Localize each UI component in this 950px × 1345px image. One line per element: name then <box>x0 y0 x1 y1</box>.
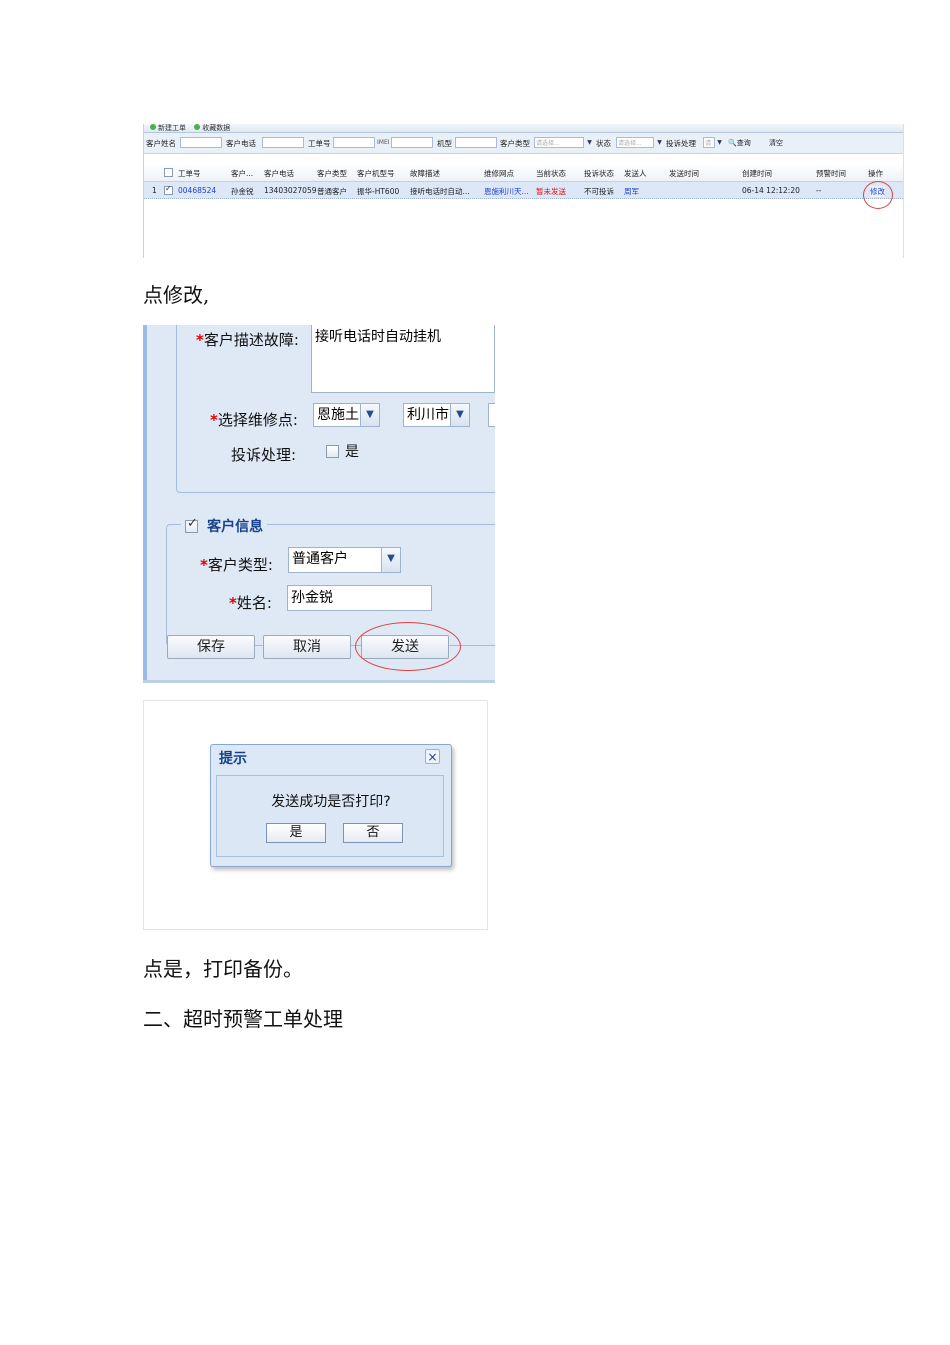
order-no-label: 工单号 <box>308 139 331 148</box>
search-icon: 🔍 <box>728 139 737 147</box>
create-time-cell: 06-14 12:12:20 <box>742 186 800 195</box>
chevron-down-icon[interactable]: ▼ <box>381 547 401 573</box>
type-cell: 普通客户 <box>317 187 347 196</box>
model-label: 机型 <box>437 139 452 148</box>
col-create-time[interactable]: 创建时间 <box>742 168 772 179</box>
no-button[interactable]: 否 <box>343 823 403 843</box>
customer-type-label: 客户类型 <box>500 139 530 148</box>
dialog-body: 发送成功是否打印? 是 否 <box>216 775 444 857</box>
caption-click-yes: 点是，打印备份。 <box>143 957 303 981</box>
save-button[interactable]: 保存 <box>167 635 255 659</box>
row-checkbox[interactable] <box>164 184 173 195</box>
fault-label: *客户描述故障: <box>196 331 299 349</box>
dialog-message: 发送成功是否打印? <box>271 794 391 810</box>
site-city-select[interactable]: 恩施土 <box>313 403 361 427</box>
col-site[interactable]: 维修网点 <box>484 168 514 179</box>
caption-click-edit: 点修改, <box>143 283 210 307</box>
chevron-down-icon[interactable]: ▼ <box>715 137 724 148</box>
order-no-input[interactable] <box>333 137 375 148</box>
customer-section-legend[interactable]: ✓ 客户信息 <box>181 516 268 536</box>
imei-label: IMEI <box>377 139 390 146</box>
favorite-icon <box>194 124 201 130</box>
complaint-select[interactable]: 请 <box>703 137 715 148</box>
name-label: *姓名: <box>229 594 272 612</box>
complaint-label: 投诉处理: <box>231 446 297 464</box>
name-input[interactable]: 孙金锐 <box>287 585 432 611</box>
cancel-button[interactable]: 取消 <box>263 635 351 659</box>
prompt-dialog: 提示 × 发送成功是否打印? 是 否 <box>210 744 452 867</box>
favorite-button[interactable]: 收藏数据 <box>194 124 230 132</box>
imei-input[interactable] <box>391 137 433 148</box>
col-status[interactable]: 当前状态 <box>536 168 566 179</box>
sender-cell[interactable]: 周军 <box>624 186 639 197</box>
chevron-down-icon[interactable]: ▼ <box>360 403 380 427</box>
customer-name-label: 客户姓名 <box>146 139 176 148</box>
edit-form-screenshot: *客户描述故障: 接听电话时自动挂机 *选择维修点: 恩施土 ▼ 利川市 ▼ 投… <box>143 325 495 683</box>
phone-cell: 13403027059 <box>264 186 317 195</box>
row-index: 1 <box>152 186 157 195</box>
customer-name-input[interactable] <box>180 137 222 148</box>
status-label: 状态 <box>596 139 611 148</box>
status-select[interactable]: 请选择... <box>616 137 654 148</box>
col-order-no[interactable]: 工单号 <box>178 168 201 179</box>
filter-bar: 客户姓名 客户电话 工单号 IMEI 机型 客户类型 请选择... ▼ 状态 请… <box>144 133 903 154</box>
grid-header: 工单号 客户... 客户电话 客户类型 客户机型号 故障描述 维修网点 当前状态… <box>144 164 903 182</box>
grid-toolbar: 新建工单 收藏数据 <box>144 124 903 133</box>
customer-section-checkbox[interactable]: ✓ <box>185 516 198 533</box>
col-action: 操作 <box>868 169 883 178</box>
model-input[interactable] <box>455 137 497 148</box>
search-button[interactable]: 🔍查询 <box>728 138 751 148</box>
customer-type-select[interactable]: 普通客户 <box>288 547 382 573</box>
status-cell: 暂未发送 <box>536 187 566 196</box>
col-phone[interactable]: 客户电话 <box>264 168 294 179</box>
chevron-down-icon[interactable]: ▼ <box>585 137 594 148</box>
clear-button[interactable]: 清空 <box>769 138 783 148</box>
site-district-select[interactable] <box>488 403 495 427</box>
site-cell[interactable]: 恩施利川天... <box>484 186 529 197</box>
customer-phone-input[interactable] <box>262 137 304 148</box>
print-dialog-screenshot: 提示 × 发送成功是否打印? 是 否 <box>143 700 488 930</box>
customer-cell: 孙金锐 <box>231 187 254 196</box>
yes-button[interactable]: 是 <box>266 823 326 843</box>
chevron-down-icon[interactable]: ▼ <box>450 403 470 427</box>
col-type[interactable]: 客户类型 <box>317 168 347 179</box>
customer-type-label: *客户类型: <box>200 556 273 574</box>
warn-time-cell: -- <box>816 186 822 195</box>
customer-section-title: 客户信息 <box>207 519 264 535</box>
col-model[interactable]: 客户机型号 <box>357 168 395 179</box>
customer-type-select[interactable]: 请选择... <box>534 137 584 148</box>
site-county-select[interactable]: 利川市 <box>403 403 451 427</box>
highlight-circle <box>863 181 893 209</box>
col-customer[interactable]: 客户... <box>231 168 253 179</box>
complaint-label: 投诉处理 <box>666 139 696 148</box>
highlight-circle <box>355 622 461 671</box>
col-sender[interactable]: 发送人 <box>624 168 647 179</box>
table-row[interactable]: 1 00468524 孙金锐 13403027059 普通客户 振华-HT600… <box>144 182 903 199</box>
dialog-title: 提示 <box>219 751 247 767</box>
panel-border <box>143 325 147 680</box>
col-send-time[interactable]: 发送时间 <box>669 168 699 179</box>
col-complaint-status[interactable]: 投诉状态 <box>584 168 614 179</box>
complaint-status-cell: 不可投诉 <box>584 187 614 196</box>
fault-textarea[interactable]: 接听电话时自动挂机 <box>311 325 495 393</box>
fault-cell: 接听电话时自动... <box>410 187 470 196</box>
add-icon <box>150 124 156 130</box>
orders-grid-screenshot: 新建工单 收藏数据 客户姓名 客户电话 工单号 IMEI 机型 客户类型 请选择… <box>143 124 904 258</box>
col-warn-time[interactable]: 预警时间 <box>816 168 846 179</box>
order-no-link[interactable]: 00468524 <box>178 186 216 195</box>
chevron-down-icon[interactable]: ▼ <box>655 137 664 148</box>
select-all-checkbox[interactable] <box>164 168 173 177</box>
complaint-checkbox[interactable] <box>326 445 339 458</box>
complaint-yes-label: 是 <box>345 444 359 460</box>
model-cell: 振华-HT600 <box>357 187 400 196</box>
close-icon[interactable]: × <box>425 749 440 764</box>
section-heading: 二、超时预警工单处理 <box>143 1007 343 1031</box>
site-label: *选择维修点: <box>210 411 298 429</box>
new-order-button[interactable]: 新建工单 <box>150 124 186 132</box>
col-fault[interactable]: 故障描述 <box>410 168 440 179</box>
customer-phone-label: 客户电话 <box>226 139 256 148</box>
